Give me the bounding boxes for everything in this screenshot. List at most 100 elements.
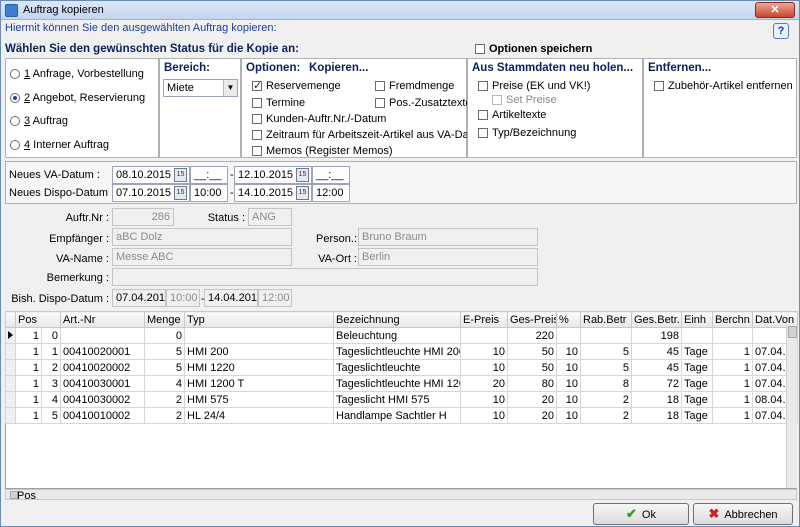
grid-cell[interactable]: Tageslichtleuchte	[333, 359, 461, 376]
kunden-auftrnr-check[interactable]	[252, 114, 262, 125]
row-selector[interactable]	[5, 391, 16, 408]
grid-vertical-scroll-thumb[interactable]	[788, 326, 797, 338]
row-selector[interactable]	[5, 375, 16, 392]
grid-cell[interactable]: 10	[556, 407, 581, 424]
grid-cell[interactable]: 45	[631, 343, 682, 360]
grid-cell[interactable]: 5	[580, 359, 632, 376]
column-header[interactable]: Typ	[184, 311, 334, 328]
status-radio-1[interactable]	[10, 69, 20, 80]
grid-cell[interactable]: 1	[15, 327, 42, 344]
grid-cell[interactable]: Tage	[681, 359, 713, 376]
preise-check[interactable]	[478, 81, 488, 92]
grid-cell[interactable]: 45	[631, 359, 682, 376]
grid-cell[interactable]: 5	[144, 343, 185, 360]
grid-cell[interactable]	[580, 327, 632, 344]
pos-zusatztexte-check[interactable]	[375, 98, 385, 109]
grid-cell[interactable]: 10	[460, 407, 508, 424]
column-header[interactable]: Ges.Betr.	[631, 311, 682, 328]
grid-cell[interactable]: 10	[460, 391, 508, 408]
positions-table[interactable]: Pos Art.-Nr Menge Typ Bezeichnung E-Prei…	[5, 311, 798, 424]
bereich-select[interactable]: Miete ▼	[163, 79, 238, 97]
table-row[interactable]: 1 2 00410020002 5 HMI 1220 Tageslichtleu…	[5, 359, 798, 376]
grid-cell[interactable]: 1	[712, 375, 753, 392]
grid-vertical-scrollbar[interactable]	[786, 324, 797, 488]
grid-cell[interactable]: 1	[712, 359, 753, 376]
option-memos[interactable]: Memos (Register Memos)	[252, 145, 393, 157]
calendar-icon[interactable]: 15	[174, 186, 187, 200]
grid-cell[interactable]: HMI 575	[184, 391, 334, 408]
grid-cell[interactable]: 0	[41, 327, 61, 344]
grid-cell[interactable]: 00410020001	[60, 343, 145, 360]
grid-cell[interactable]: 18	[631, 391, 682, 408]
grid-cell[interactable]: Tageslichtleuchte HMI 1200 T	[333, 375, 461, 392]
grid-cell[interactable]: 80	[507, 375, 557, 392]
column-header[interactable]: Menge	[144, 311, 185, 328]
calendar-icon[interactable]: 15	[174, 168, 187, 182]
option-reservemenge[interactable]: Reservemenge	[252, 79, 341, 92]
grid-cell[interactable]: 2	[580, 391, 632, 408]
grid-cell[interactable]: 00410010002	[60, 407, 145, 424]
grid-cell[interactable]: HL 24/4	[184, 407, 334, 424]
grid-cell[interactable]: Handlampe Sachtler H	[333, 407, 461, 424]
grid-cell[interactable]: 20	[460, 375, 508, 392]
grid-cell[interactable]: 10	[556, 359, 581, 376]
grid-cell[interactable]: 4	[144, 375, 185, 392]
grid-cell[interactable]: 3	[41, 375, 61, 392]
grid-horizontal-scrollbar[interactable]	[5, 489, 797, 500]
grid-cell[interactable]: 20	[507, 407, 557, 424]
grid-cell[interactable]: 1	[15, 375, 42, 392]
grid-cell[interactable]: 4	[41, 391, 61, 408]
fremdmenge-check[interactable]	[375, 81, 385, 92]
grid-cell[interactable]: 2	[41, 359, 61, 376]
grid-cell[interactable]: HMI 200	[184, 343, 334, 360]
save-options-checkbox[interactable]: Optionen speichern	[475, 43, 592, 55]
typ-bezeichnung-check[interactable]	[478, 128, 488, 139]
option-artikeltexte[interactable]: Artikeltexte	[478, 109, 546, 121]
grid-cell[interactable]	[60, 327, 145, 344]
status-radio-3[interactable]	[10, 116, 20, 127]
termine-check[interactable]	[252, 98, 262, 109]
row-selector[interactable]	[5, 327, 16, 344]
grid-cell[interactable]: Tageslicht HMI 575	[333, 391, 461, 408]
table-row[interactable]: 1 1 00410020001 5 HMI 200 Tageslichtleuc…	[5, 343, 798, 360]
grid-cell[interactable]: 00410030001	[60, 375, 145, 392]
option-preise[interactable]: Preise (EK und VK!)	[478, 80, 590, 92]
grid-cell[interactable]: HMI 1200 T	[184, 375, 334, 392]
grid-cell[interactable]	[556, 327, 581, 344]
cancel-button[interactable]: ✖ Abbrechen	[693, 503, 793, 525]
grid-cell[interactable]: 18	[631, 407, 682, 424]
grid-cell[interactable]	[184, 327, 334, 344]
grid-cell[interactable]: 1	[41, 343, 61, 360]
grid-cell[interactable]: 1	[15, 407, 42, 424]
grid-cell[interactable]: 10	[556, 343, 581, 360]
grid-cell[interactable]: 198	[631, 327, 682, 344]
grid-cell[interactable]: 1	[712, 391, 753, 408]
dispo-time-to-input[interactable]: 12:00	[312, 184, 350, 202]
option-fremdmenge[interactable]: Fremdmenge	[375, 80, 454, 92]
grid-cell[interactable]: HMI 1220	[184, 359, 334, 376]
grid-cell[interactable]: 10	[460, 359, 508, 376]
grid-cell[interactable]: Tageslichtleuchte HMI 200	[333, 343, 461, 360]
status-option-1[interactable]: 1 Anfrage, Vorbestellung	[10, 68, 144, 80]
status-option-3[interactable]: 3 Auftrag	[10, 115, 68, 127]
grid-cell[interactable]: 50	[507, 359, 557, 376]
grid-cell[interactable]: 1	[712, 407, 753, 424]
grid-cell[interactable]: 10	[556, 391, 581, 408]
table-row[interactable]: 1 5 00410010002 2 HL 24/4 Handlampe Sach…	[5, 407, 798, 424]
option-pos-zusatztexte[interactable]: Pos.-Zusatztexte	[375, 97, 472, 109]
grid-cell[interactable]: Tage	[681, 407, 713, 424]
grid-cell[interactable]	[712, 327, 753, 344]
grid-cell[interactable]: 0	[144, 327, 185, 344]
grid-cell[interactable]: 20	[507, 391, 557, 408]
grid-cell[interactable]: 50	[507, 343, 557, 360]
zeitraum-check[interactable]	[252, 130, 262, 141]
help-icon[interactable]: ?	[773, 23, 789, 39]
grid-cell[interactable]: 1	[15, 359, 42, 376]
save-options-check[interactable]	[475, 44, 485, 55]
grid-cell[interactable]: 5	[580, 343, 632, 360]
va-time-to-input[interactable]: __:__	[312, 166, 350, 184]
grid-cell[interactable]: 1	[15, 343, 42, 360]
grid-cell[interactable]: Tage	[681, 391, 713, 408]
dispo-time-from-input[interactable]: 10:00	[190, 184, 228, 202]
status-option-2[interactable]: 2 Angebot, Reservierung	[10, 92, 145, 104]
